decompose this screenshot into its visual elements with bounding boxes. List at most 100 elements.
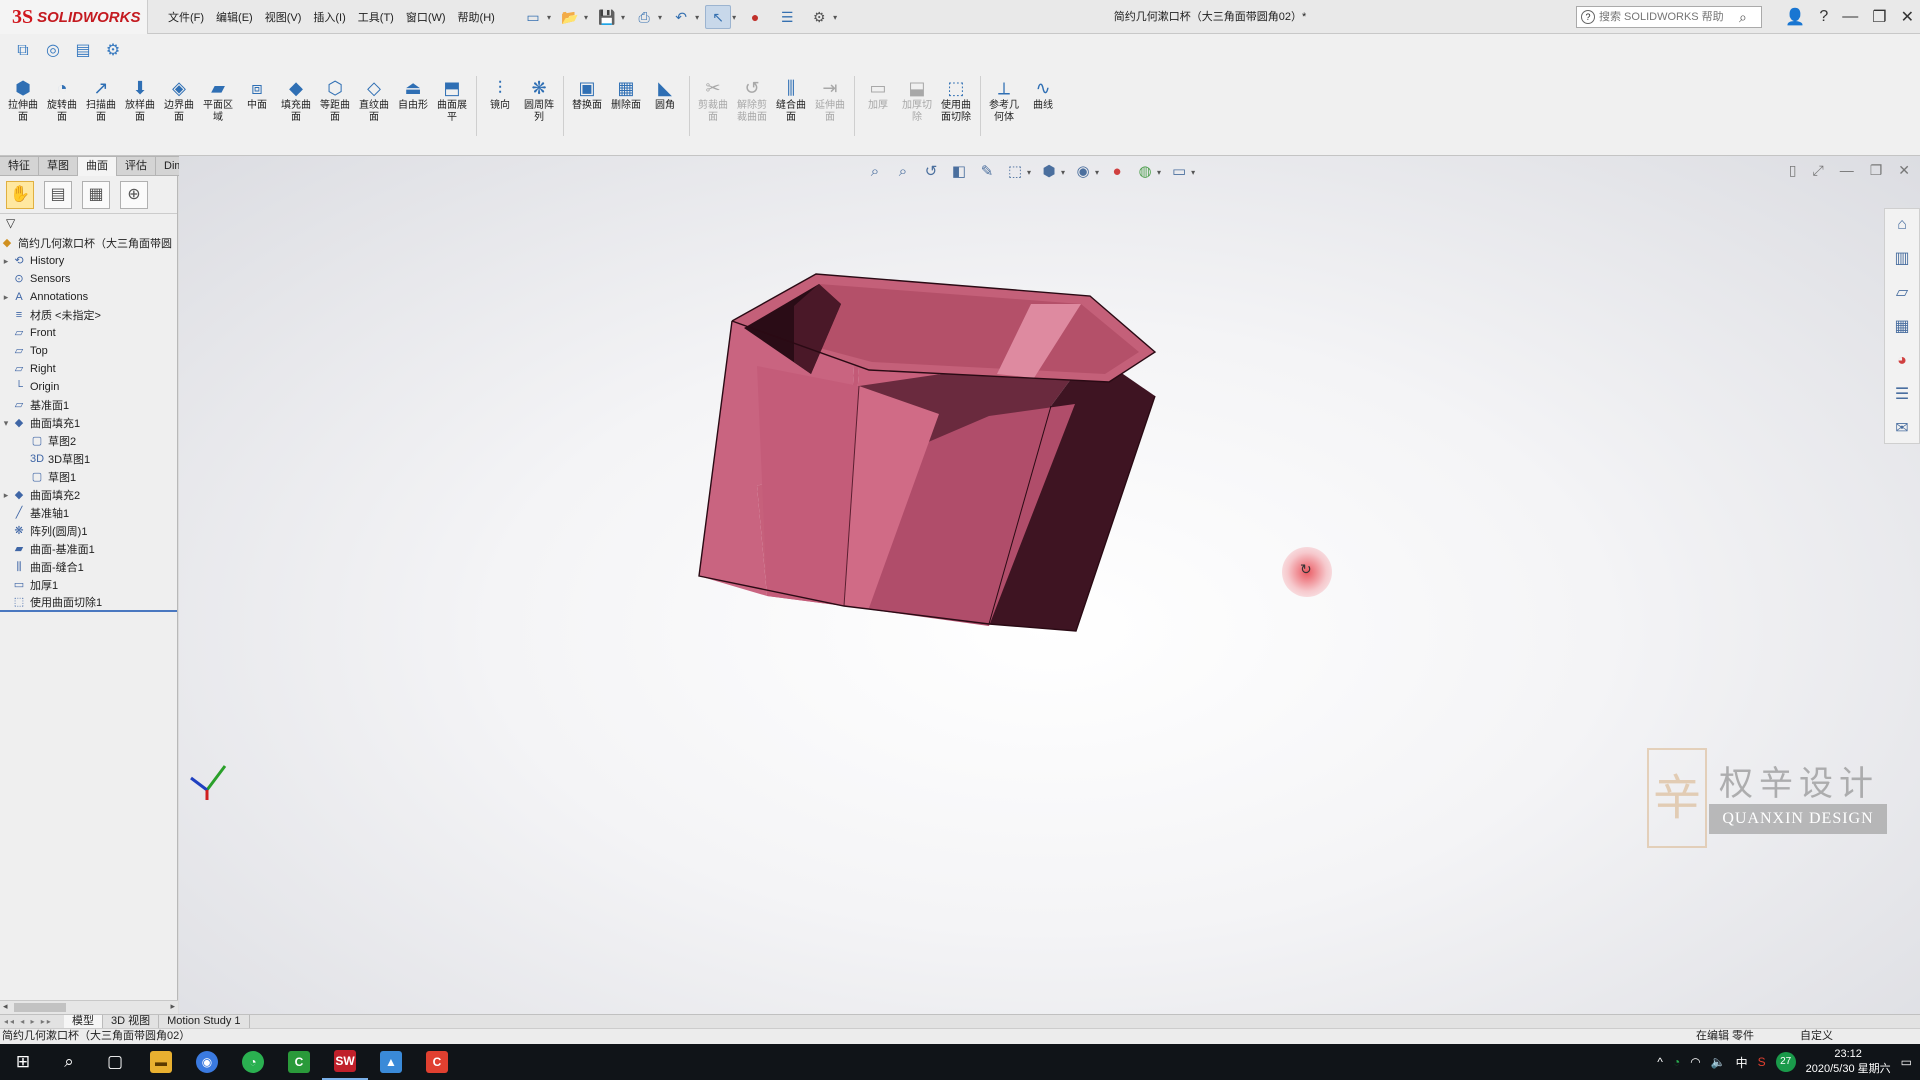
tree-node[interactable]: ▾ ◆ 曲面填充1 (0, 414, 177, 432)
clock[interactable]: 23:12 2020/5/30 星期六 (1806, 1047, 1891, 1077)
wechat-tray-icon[interactable]: ◔ (1673, 1055, 1680, 1069)
panel-horizontal-scrollbar[interactable]: ◂ ▸ (0, 1000, 178, 1014)
solidworks-logo[interactable]: 3S SOLIDWORKS (0, 0, 148, 34)
tree-node[interactable]: ≡ 材质 <未指定> (0, 306, 177, 324)
chevron-down-icon[interactable]: ▾ (547, 13, 551, 22)
chevron-down-icon[interactable]: ▾ (621, 13, 625, 22)
tree-node[interactable]: ╱ 基准轴1 (0, 504, 177, 522)
tree-node[interactable]: ▭ 加厚1 (0, 576, 177, 594)
tree-node[interactable]: ⫼ 曲面-缝合1 (0, 558, 177, 576)
reference-triad[interactable] (189, 756, 235, 802)
ime-indicator[interactable]: 中 (1736, 1054, 1748, 1071)
tree-node[interactable]: └ Origin (0, 378, 177, 396)
command-button[interactable]: ◇ 直纹曲面 (357, 76, 391, 124)
tree-node[interactable]: 3D 3D草图1 (0, 450, 177, 468)
menu-item[interactable]: 窗口(W) (400, 9, 452, 25)
command-button[interactable]: ▦ 删除面 (609, 76, 643, 112)
tree-node[interactable]: ▢ 草图2 (0, 432, 177, 450)
model-tab[interactable]: Motion Study 1 (159, 1014, 250, 1029)
notifications-icon[interactable]: ▭ (1901, 1055, 1912, 1069)
undo-icon[interactable]: ↶ (668, 5, 694, 29)
command-button[interactable]: ✂ 剪裁曲面 (696, 76, 730, 124)
options-gear-icon[interactable]: ⚙ (806, 5, 832, 29)
close-icon[interactable]: ✕ (1901, 7, 1914, 27)
filter-icon[interactable]: ▽ (0, 214, 177, 232)
cup-front-face[interactable] (757, 366, 859, 606)
save-icon[interactable]: 💾 (594, 5, 620, 29)
command-button[interactable]: ↗ 扫描曲面 (84, 76, 118, 124)
tree-root[interactable]: ◆ 简约几何漱口杯（大三角面带圆 (0, 234, 177, 252)
chevron-down-icon[interactable]: ▾ (658, 13, 662, 22)
command-button[interactable]: ◆ 填充曲面 (279, 76, 313, 124)
command-button[interactable]: ⟂ 参考几何体 (987, 76, 1021, 124)
expand-toggle-icon[interactable]: ▸ (0, 490, 12, 501)
scroll-thumb[interactable] (14, 1003, 66, 1012)
command-button[interactable]: ⬚ 使用曲面切除 (939, 76, 973, 124)
photos-icon[interactable]: ▲ (368, 1044, 414, 1080)
tree-node[interactable]: ⬚ 使用曲面切除1 (0, 594, 177, 612)
help-search-box[interactable]: ? ⌕ (1576, 6, 1762, 28)
minimize-icon[interactable]: — (1842, 8, 1858, 26)
command-button[interactable]: ▣ 替换面 (570, 76, 604, 112)
command-button[interactable]: ⬢ 拉伸曲面 (6, 76, 40, 124)
chevron-up-icon[interactable]: ^ (1657, 1055, 1663, 1069)
tree-node[interactable]: ▸ ◆ 曲面填充2 (0, 486, 177, 504)
gear-icon[interactable]: ⚙ (102, 40, 124, 62)
help-icon[interactable]: ? (1819, 8, 1828, 26)
command-button[interactable]: ❋ 圆周阵列 (522, 76, 556, 124)
tree-node[interactable]: ▰ 曲面-基准面1 (0, 540, 177, 558)
feature-manager-tab-icon[interactable]: ✋ (6, 180, 34, 209)
instant3d-icon[interactable]: ◎ (42, 40, 64, 62)
tree-node[interactable]: ▢ 草图1 (0, 468, 177, 486)
command-button[interactable]: ⫶ 镜向 (483, 76, 517, 112)
menu-item[interactable]: 插入(I) (307, 9, 351, 25)
tree-node[interactable]: ⊙ Sensors (0, 270, 177, 288)
wechat-icon[interactable]: ◔ (230, 1044, 276, 1080)
menu-item[interactable]: 帮助(H) (452, 9, 501, 25)
command-button[interactable]: ◔ 旋转曲面 (45, 76, 79, 124)
expand-toggle-icon[interactable]: ▾ (0, 418, 12, 429)
command-button[interactable]: ◣ 圆角 (648, 76, 682, 112)
file-explorer-icon[interactable]: ▬ (138, 1044, 184, 1080)
volume-icon[interactable]: 🔈 (1711, 1055, 1726, 1069)
tree-node[interactable]: ▱ Right (0, 360, 177, 378)
antivirus-icon[interactable]: S (1758, 1055, 1766, 1069)
help-search-input[interactable] (1599, 11, 1739, 23)
command-button[interactable]: ↺ 解除剪裁曲面 (735, 76, 769, 124)
tree-node[interactable]: ❋ 阵列(圆周)1 (0, 522, 177, 540)
task-view-icon[interactable]: ▢ (92, 1044, 138, 1080)
print-icon[interactable]: ⎙ (631, 5, 657, 29)
menu-item[interactable]: 视图(V) (259, 9, 308, 25)
camtasia-icon[interactable]: C (276, 1044, 322, 1080)
command-button[interactable]: ◈ 边界曲面 (162, 76, 196, 124)
dimxpert-manager-tab-icon[interactable]: ⊕ (120, 180, 148, 209)
command-button[interactable]: ⬓ 加厚切除 (900, 76, 934, 124)
network-icon[interactable]: ◠ (1690, 1055, 1700, 1069)
chrome-icon[interactable]: ◉ (184, 1044, 230, 1080)
command-button[interactable]: ⬡ 等距曲面 (318, 76, 352, 124)
menu-item[interactable]: 工具(T) (352, 9, 400, 25)
command-button[interactable]: ⧈ 中面 (240, 76, 274, 112)
rebuild-traffic-light-icon[interactable]: ● (742, 5, 768, 29)
expand-toggle-icon[interactable]: ▸ (0, 292, 12, 303)
scroll-left-icon[interactable]: ◂ (3, 1001, 8, 1012)
sketch-toolbar-icon[interactable]: ▤ (72, 40, 94, 62)
configuration-manager-tab-icon[interactable]: ▦ (82, 180, 110, 209)
chevron-down-icon[interactable]: ▾ (695, 13, 699, 22)
command-button[interactable]: ⇥ 延伸曲面 (813, 76, 847, 124)
model-tab[interactable]: 3D 视图 (103, 1014, 160, 1029)
model-tab[interactable]: 模型 (64, 1014, 103, 1029)
new-document-icon[interactable]: ▭ (520, 5, 546, 29)
command-tab[interactable]: 特征 (0, 156, 39, 176)
tab-navigation-arrows[interactable]: ◂◂ ◂ ▸ ▸▸ (0, 1017, 64, 1026)
file-properties-icon[interactable]: ☰ (774, 5, 800, 29)
scroll-right-icon[interactable]: ▸ (170, 1001, 175, 1012)
command-tab[interactable]: 评估 (117, 156, 156, 176)
command-button[interactable]: ∿ 曲线 (1026, 76, 1060, 112)
command-button[interactable]: ⏏ 自由形 (396, 76, 430, 112)
command-button[interactable]: ⫼ 缝合曲面 (774, 76, 808, 124)
command-button[interactable]: ⬒ 曲面展平 (435, 76, 469, 124)
chevron-down-icon[interactable]: ▾ (732, 13, 736, 22)
command-button[interactable]: ▰ 平面区域 (201, 76, 235, 124)
tree-node[interactable]: ▱ Front (0, 324, 177, 342)
